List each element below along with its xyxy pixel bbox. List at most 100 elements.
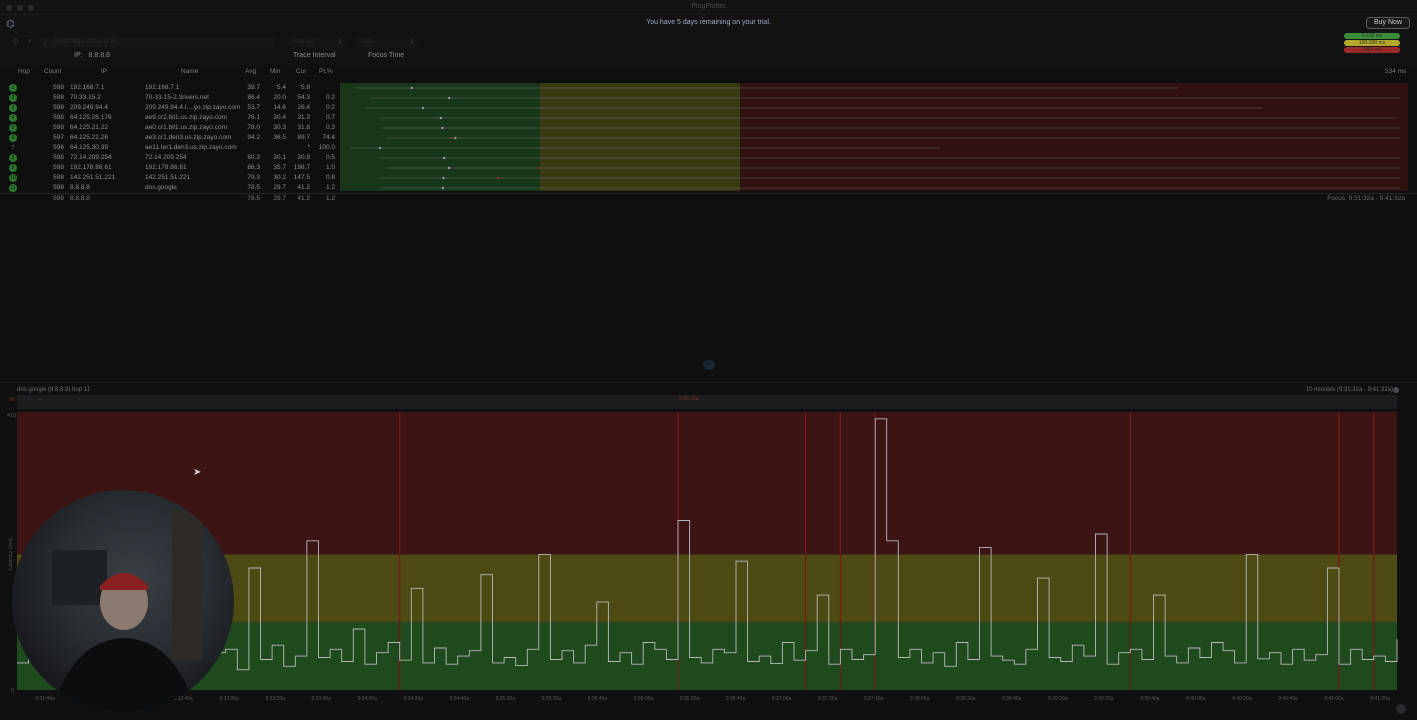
table-row[interactable]: 2 598 70.33.15.2 70-33-15-2.3rivers.net 86.4…: [0, 93, 340, 103]
table-row[interactable]: 3 598 209.249.94.4 209.249.94.4.I....yo.zip…: [0, 103, 340, 113]
cell-avg: 80.3: [247, 154, 260, 161]
cell-count: 598: [53, 154, 64, 161]
graph-zone-red: [740, 83, 1408, 191]
column-header-pl[interactable]: PL%: [319, 68, 333, 75]
cell-avg: 78.5: [247, 184, 260, 191]
hop-number-badge: 3: [9, 104, 17, 112]
cell-name: 192.168.7.1: [145, 84, 180, 91]
hop-latency-graph[interactable]: [340, 83, 1408, 191]
table-row[interactable]: 5 598 64.125.21.22 ae0.cr1.bil1.us.zip.zayo…: [0, 123, 340, 133]
cell-pl: 0.3: [325, 124, 335, 131]
table-row[interactable]: 7 596 64.125.30.39 ae11.ter1.den3.us.zip.za…: [0, 143, 340, 153]
summary-cur: 41.2: [297, 195, 310, 202]
presenter-avatar-icon: [52, 510, 202, 712]
cell-ip: 64.125.30.39: [70, 144, 108, 151]
timeline-range[interactable]: 10 minutes (9:31:32a - 9:41:32a): [1306, 387, 1393, 393]
cell-ip: 64.125.22.26: [70, 134, 108, 141]
cell-cur: 31.8: [297, 124, 310, 131]
cell-ip: 192.168.7.1: [70, 84, 105, 91]
cell-min: 20.0: [273, 94, 286, 101]
gear-icon[interactable]: ⚙: [12, 37, 19, 46]
cell-min: 29.7: [273, 184, 286, 191]
cell-cur: *: [307, 144, 310, 151]
cell-count: 598: [53, 164, 64, 171]
cell-name: ae9.cr2.bil1.us.zip.zayo.com: [145, 114, 228, 121]
hop-number-badge: 8: [9, 154, 17, 162]
target-search-input[interactable]: ⌕ Enter target name or IP: [40, 37, 275, 48]
table-row[interactable]: 6 597 64.125.22.26 ae3.cr1.den3.us.zip.zayo…: [0, 133, 340, 143]
hop-avg-marker: [443, 156, 446, 160]
cell-min: 30.2: [273, 174, 286, 181]
legend-item-yellow: 100-200 ms: [1344, 40, 1400, 46]
cell-cur: 198.7: [293, 164, 310, 171]
table-row[interactable]: 1 598 192.168.7.1 192.168.7.1 39.7 5.4 5.8: [0, 83, 340, 93]
cell-pl: 0.7: [325, 114, 335, 121]
hop-number-badge: 10: [9, 174, 17, 182]
table-row[interactable]: 10 598 142.251.51.221 142.251.51.221 79.3 30.…: [0, 173, 340, 183]
window-titlebar: PingPlotter: [0, 0, 1417, 15]
search-placeholder: Enter target name or IP: [54, 39, 117, 45]
column-header-count[interactable]: Count: [44, 68, 61, 75]
cell-min: 30.1: [273, 154, 286, 161]
cell-pl: 0.8: [325, 174, 335, 181]
mouse-cursor-icon: ➤: [193, 467, 202, 478]
hop-cur-marker: [537, 167, 540, 169]
chevron-updown-icon: ⇕: [337, 39, 343, 46]
ip-label: IP:: [74, 52, 83, 59]
cell-name: 142.251.51.221: [145, 174, 191, 181]
table-row[interactable]: 9 598 192.178.86.61 192.178.86.61 86.3 35.7 19…: [0, 163, 340, 173]
cell-min: 30.4: [273, 114, 286, 121]
time-range-icon[interactable]: [1393, 387, 1399, 393]
ip-value: 8.8.8.8: [88, 52, 110, 59]
chevron-down-icon[interactable]: ▾: [28, 37, 32, 45]
hop-avg-marker: [442, 176, 445, 180]
cell-avg: 39.7: [247, 84, 260, 91]
focus-time-select[interactable]: Auto ⇕: [356, 37, 418, 48]
cell-cur: 147.5: [293, 174, 310, 181]
cell-pl: 74.4: [322, 134, 335, 141]
cell-pl: 0.2: [325, 94, 335, 101]
cell-ip: 64.125.21.22: [70, 124, 108, 131]
buy-now-button[interactable]: Buy Now: [1366, 17, 1410, 29]
summary-pl: 1.2: [325, 195, 335, 202]
table-row[interactable]: 8 598 72.14.209.254 72.14.209.254 80.3 30.1 30…: [0, 153, 340, 163]
hop-cur-marker: [497, 177, 499, 179]
hop-number-badge: 2: [9, 94, 17, 102]
hop-number-badge: 5: [9, 124, 17, 132]
cell-ip: 72.14.209.254: [70, 154, 112, 161]
trace-interval-label: Trace Interval: [293, 52, 336, 59]
column-header-cur[interactable]: Cur: [296, 68, 306, 75]
column-header-name[interactable]: Name: [181, 68, 198, 75]
graph-max-latency: 534 ms: [1385, 68, 1407, 75]
overview-strip[interactable]: 30 9:36:32a: [9, 395, 1397, 409]
cell-ip: 8.8.8.8: [70, 184, 90, 191]
table-row[interactable]: 4 598 64.125.26.176 ae9.cr2.bil1.us.zip.zay…: [0, 113, 340, 123]
graph-zone-yellow: [540, 83, 740, 191]
table-row[interactable]: 11 598 8.8.8.8 dns.google 78.5 29.7 41.2 1.2: [0, 183, 340, 193]
cell-count: 598: [53, 114, 64, 121]
cell-avg: 79.3: [247, 174, 260, 181]
cell-min: 35.7: [273, 164, 286, 171]
cell-name: 192.178.86.61: [145, 164, 187, 171]
hop-avg-marker: [410, 86, 413, 90]
cell-ip: 70.33.15.2: [70, 94, 101, 101]
ip-readout: IP: 8.8.8.8: [74, 52, 110, 59]
trial-banner: You have 5 days remaining on your trial.: [646, 19, 771, 26]
trace-interval-select[interactable]: Interval ⇕: [288, 37, 346, 48]
chevron-updown-icon: ⇕: [409, 39, 415, 46]
focus-time-label: Focus Time: [368, 52, 405, 59]
cell-count: 598: [53, 184, 64, 191]
column-header-hop[interactable]: Hop: [18, 68, 30, 75]
column-header-min[interactable]: Min: [270, 68, 280, 75]
splitter-handle[interactable]: [703, 360, 715, 370]
cell-avg: 53.7: [247, 104, 260, 111]
latency-legend: 0-100 ms 100-200 ms 200+ ms: [1344, 33, 1400, 54]
cell-cur: 30.9: [297, 154, 310, 161]
cell-count: 598: [53, 174, 64, 181]
column-header-ip[interactable]: IP: [101, 68, 107, 75]
column-header-avg[interactable]: Avg: [245, 68, 256, 75]
cell-ip: 192.178.86.61: [70, 164, 112, 171]
scroll-button[interactable]: [1396, 704, 1406, 714]
summary-avg: 78.5: [247, 195, 260, 202]
summary-count: 598: [53, 195, 64, 202]
